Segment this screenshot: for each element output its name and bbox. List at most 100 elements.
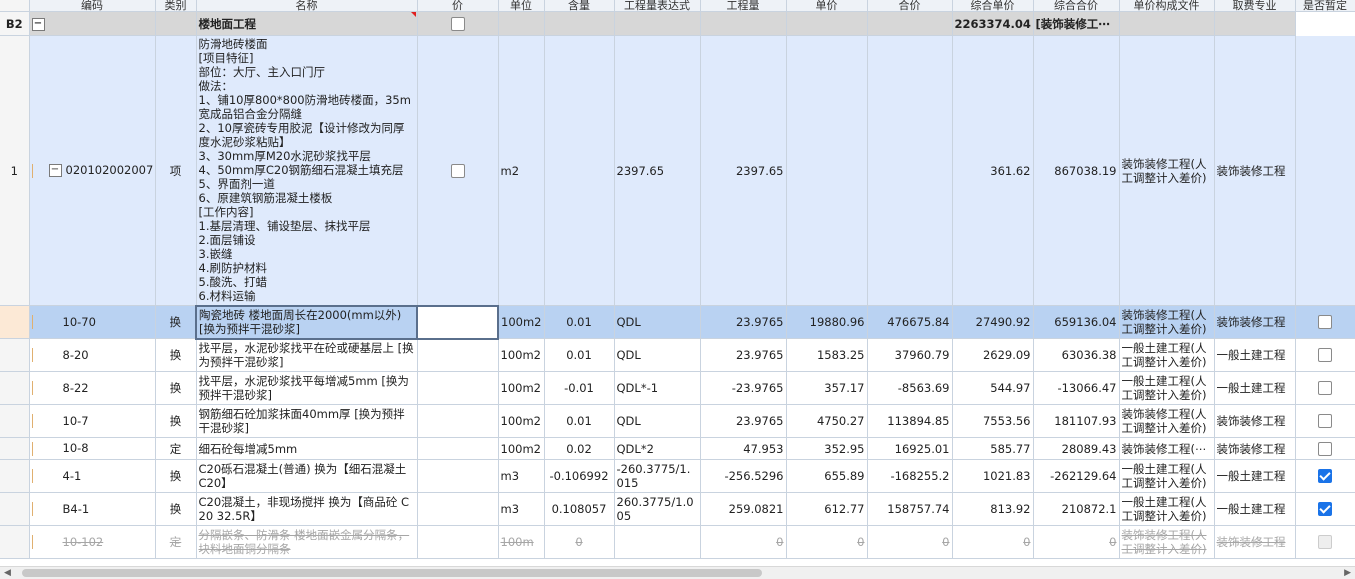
scrollbar-thumb[interactable] <box>22 569 762 577</box>
quota-row[interactable]: 10-7 换钢筋细石砼加浆抹面40mm厚 [换为预拌干混砂浆] 100m2 0.01 Q… <box>0 404 1355 438</box>
quota-fee-file[interactable]: 一般土建工程(人工调整计入差价) <box>1119 492 1215 526</box>
quota-code[interactable]: 10-102 <box>29 525 156 559</box>
quota-unit[interactable]: m3 <box>498 459 545 493</box>
price-cell[interactable] <box>417 404 499 438</box>
provisional-cell[interactable] <box>1295 371 1355 405</box>
quota-content[interactable]: 0.01 <box>544 338 615 372</box>
price-checkbox[interactable] <box>450 16 465 31</box>
column-header[interactable]: 类别 <box>155 0 197 12</box>
quota-type[interactable]: 换 <box>155 404 197 438</box>
item-fee-type[interactable]: 装饰装修工程 <box>1214 35 1296 306</box>
provisional-checkbox[interactable] <box>1318 348 1332 363</box>
quota-expression[interactable]: QDL <box>614 305 701 339</box>
quota-content[interactable]: -0.106992 <box>544 459 615 493</box>
quota-unit[interactable]: 100m2 <box>498 437 545 460</box>
item-expression[interactable]: 2397.65 <box>614 35 701 306</box>
quota-unit[interactable]: 100m <box>498 525 545 559</box>
quota-price[interactable]: 352.95 <box>786 437 868 460</box>
provisional-cell[interactable] <box>1295 338 1355 372</box>
provisional-cell[interactable] <box>1295 305 1355 339</box>
quota-quantity[interactable]: 23.9765 <box>700 404 787 438</box>
quota-content[interactable]: 0.02 <box>544 437 615 460</box>
quota-code[interactable]: 10-7 <box>29 404 156 438</box>
column-header[interactable]: 含量 <box>544 0 615 12</box>
quota-expression[interactable]: QDL <box>614 338 701 372</box>
quota-price[interactable]: 4750.27 <box>786 404 868 438</box>
quota-code[interactable]: 10-70 <box>29 305 156 339</box>
item-code[interactable]: −020102002007 <box>29 35 156 306</box>
quota-fee-type[interactable]: 一般土建工程 <box>1214 338 1296 372</box>
quota-expression[interactable]: QDL <box>614 404 701 438</box>
scroll-left-arrow-icon[interactable]: ◀ <box>4 568 11 578</box>
quota-quantity[interactable]: 23.9765 <box>700 338 787 372</box>
quota-fee-file[interactable]: 装饰装修工程(人工调整计入差价) <box>1119 404 1215 438</box>
price-cell[interactable] <box>417 525 499 559</box>
collapse-icon[interactable]: − <box>48 164 62 178</box>
quota-fee-file[interactable]: 装饰装修工程(人工调整计入差价) <box>1119 305 1215 339</box>
scroll-right-arrow-icon[interactable]: ▶ <box>1344 568 1351 578</box>
quota-expression[interactable]: -260.3775/1.015 <box>614 459 701 493</box>
column-header[interactable]: 工程量表达式 <box>614 0 701 12</box>
quota-quantity[interactable]: 23.9765 <box>700 305 787 339</box>
quota-fee-file[interactable]: 装饰装修工程(⋯ <box>1119 437 1215 460</box>
price-checkbox[interactable] <box>450 163 465 178</box>
quota-price[interactable]: 612.77 <box>786 492 868 526</box>
quota-code[interactable]: 8-20 <box>29 338 156 372</box>
column-header[interactable]: 编码 <box>29 0 156 12</box>
provisional-cell[interactable] <box>1295 404 1355 438</box>
quota-type[interactable]: 换 <box>155 371 197 405</box>
quota-fee-type[interactable]: 一般土建工程 <box>1214 459 1296 493</box>
price-cell[interactable] <box>417 459 499 493</box>
provisional-checkbox[interactable] <box>1318 441 1332 456</box>
price-cell[interactable] <box>417 492 499 526</box>
column-header[interactable]: 单位 <box>498 0 545 12</box>
quota-code[interactable]: B4-1 <box>29 492 156 526</box>
quota-content[interactable]: 0.01 <box>544 404 615 438</box>
quota-fee-file[interactable]: 一般土建工程(人工调整计入差价) <box>1119 371 1215 405</box>
quota-name[interactable]: C20砾石混凝土(普通) 换为【细石混凝土 C20】 <box>196 459 418 493</box>
quota-quantity[interactable]: 0 <box>700 525 787 559</box>
item-content[interactable] <box>544 35 615 306</box>
quota-content[interactable]: 0 <box>544 525 615 559</box>
quota-expression[interactable]: QDL*2 <box>614 437 701 460</box>
provisional-checkbox[interactable] <box>1318 469 1332 484</box>
quota-price[interactable]: 1583.25 <box>786 338 868 372</box>
quota-fee-type[interactable]: 一般土建工程 <box>1214 492 1296 526</box>
quota-quantity[interactable]: 47.953 <box>700 437 787 460</box>
column-header[interactable]: 单价 <box>786 0 868 12</box>
price-cell[interactable] <box>417 338 499 372</box>
quota-row[interactable]: 10-70 换陶瓷地砖 楼地面周长在2000(mm以外) [换为预拌干混砂浆] 10… <box>0 304 1355 340</box>
column-header[interactable]: 是否暂定 <box>1295 0 1355 12</box>
quota-name[interactable]: 找平层，水泥砂浆找平在砼或硬基层上 [换为预拌干混砂浆] <box>196 338 418 372</box>
item-unit[interactable]: m2 <box>498 35 545 306</box>
price-cell[interactable] <box>416 304 499 340</box>
horizontal-scrollbar[interactable]: ◀ ▶ <box>0 566 1355 579</box>
column-header[interactable]: 价 <box>417 0 499 12</box>
quota-type[interactable]: 换 <box>155 459 197 493</box>
quota-fee-type[interactable]: 装饰装修工程 <box>1214 404 1296 438</box>
quota-unit[interactable]: 100m2 <box>498 338 545 372</box>
quota-fee-type[interactable]: 装饰装修工程 <box>1214 437 1296 460</box>
item-fee-file[interactable]: 装饰装修工程(人工调整计入差价) <box>1119 35 1215 306</box>
quota-fee-type[interactable]: 一般土建工程 <box>1214 371 1296 405</box>
quota-fee-file[interactable]: 装饰装修工程(人工调整计入差价) <box>1119 525 1215 559</box>
quota-name[interactable]: 分隔嵌条、防滑条 楼地面嵌金属分隔条，块料地面铜分隔条 <box>196 525 418 559</box>
quota-quantity[interactable]: 259.0821 <box>700 492 787 526</box>
quota-row[interactable]: 4-1 换 C20砾石混凝土(普通) 换为【细石混凝土 C20】 m3 -0.10699… <box>0 459 1355 493</box>
quota-name[interactable]: 陶瓷地砖 楼地面周长在2000(mm以外) [换为预拌干混砂浆] <box>195 304 418 340</box>
provisional-checkbox[interactable] <box>1318 502 1332 517</box>
quota-fee-type[interactable]: 装饰装修工程 <box>1214 305 1296 339</box>
quota-row[interactable]: B4-1 换 C20混凝土，非现场搅拌 换为【商品砼 C20 32.5R】 m3 0.1… <box>0 492 1355 526</box>
quota-quantity[interactable]: -23.9765 <box>700 371 787 405</box>
tree-toggle-cell[interactable]: − <box>29 11 156 36</box>
quota-row[interactable]: 8-22 换找平层，水泥砂浆找平每增减5mm [换为预拌干混砂浆] 100m2 -0.… <box>0 371 1355 405</box>
quota-code[interactable]: 10-8 <box>29 437 156 460</box>
quota-code[interactable]: 8-22 <box>29 371 156 405</box>
provisional-cell[interactable] <box>1295 492 1355 526</box>
quota-content[interactable]: 0.01 <box>544 305 615 339</box>
quota-row[interactable]: 10-8 定细石砼每增减5mm 100m2 0.02 QDL*2 47.953 352.95… <box>0 437 1355 460</box>
quota-type[interactable]: 换 <box>155 338 197 372</box>
quota-content[interactable]: 0.108057 <box>544 492 615 526</box>
price-cell[interactable] <box>417 437 499 460</box>
provisional-checkbox[interactable] <box>1318 414 1332 429</box>
